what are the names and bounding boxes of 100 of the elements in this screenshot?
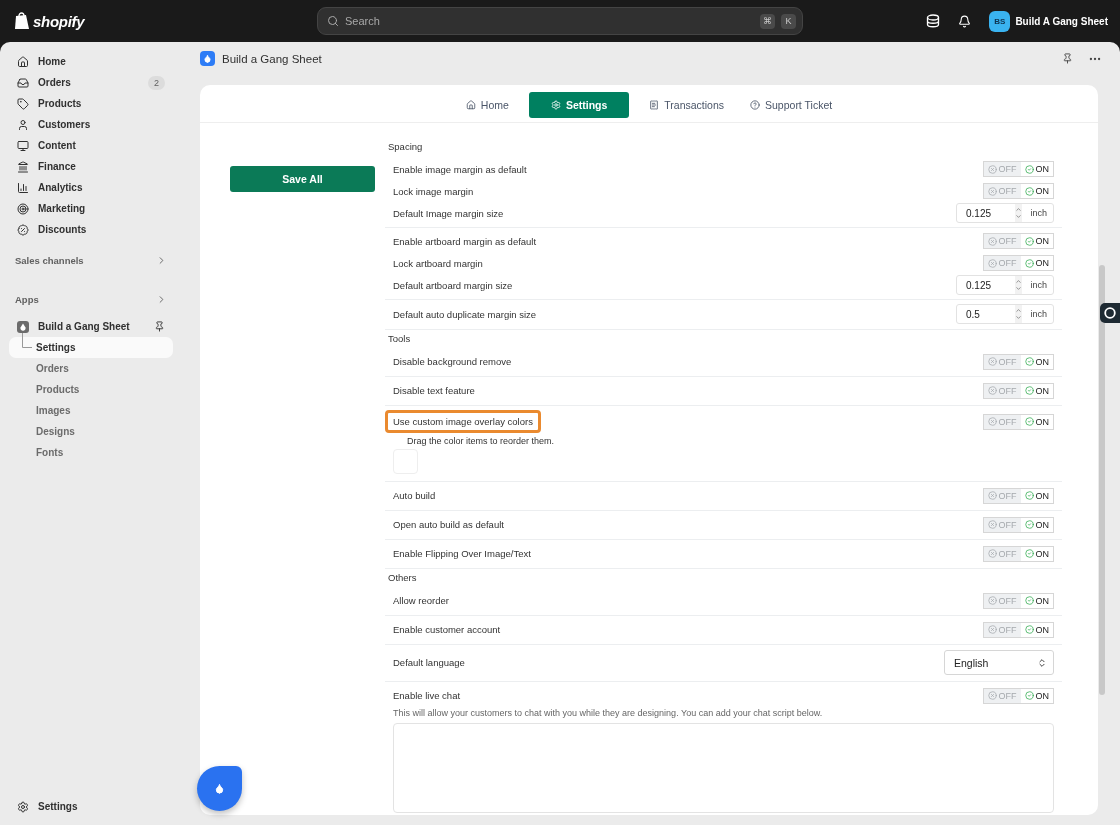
- setting-label: Use custom image overlay colors: [385, 410, 541, 433]
- on-off-toggle[interactable]: OFF ON: [982, 233, 1054, 249]
- receipt-icon: [649, 99, 660, 110]
- settings-icon: [550, 99, 561, 110]
- on-off-toggle[interactable]: OFF ON: [982, 545, 1054, 562]
- nav-subitem[interactable]: Products: [9, 379, 173, 400]
- home-icon: [17, 55, 29, 68]
- apps-heading[interactable]: Apps: [9, 289, 173, 310]
- check-circle-icon: [1024, 691, 1034, 700]
- nav-item[interactable]: Customers: [9, 114, 173, 135]
- on-off-toggle[interactable]: OFF ON: [982, 353, 1054, 370]
- bank-icon: [17, 160, 29, 173]
- nav-tab[interactable]: Home: [459, 91, 515, 118]
- setting-label: Enable image margin as default: [393, 163, 527, 175]
- x-circle-icon: [987, 691, 997, 700]
- check-circle-icon: [1024, 258, 1034, 268]
- tree-connector: [22, 333, 32, 348]
- on-off-toggle[interactable]: OFF ON: [982, 255, 1054, 271]
- check-circle-icon: [1024, 596, 1034, 605]
- check-circle-icon: [1024, 417, 1034, 426]
- setting-label: Default language: [393, 657, 465, 668]
- language-select[interactable]: English: [944, 650, 1054, 675]
- nav-tab[interactable]: Support Ticket: [744, 91, 839, 118]
- pin-icon[interactable]: [154, 321, 165, 332]
- nav-item[interactable]: Analytics: [9, 177, 173, 198]
- stepper-icon[interactable]: [1015, 305, 1023, 323]
- on-off-toggle[interactable]: OFF ON: [982, 183, 1054, 199]
- setting-label: Lock image margin: [393, 185, 474, 197]
- chat-script-field[interactable]: [393, 723, 1054, 813]
- check-circle-icon: [1024, 549, 1034, 558]
- setting-label: Open auto build as default: [393, 519, 504, 530]
- up-down-chevron-icon: [1037, 657, 1047, 668]
- setting-label: Enable artboard margin as default: [393, 235, 537, 247]
- search-field[interactable]: Search ⌘ K: [317, 7, 803, 35]
- pin-icon[interactable]: [1062, 53, 1073, 64]
- setting-label: Enable live chat: [393, 690, 461, 701]
- inbox-icon: [17, 76, 29, 89]
- nav-item[interactable]: Content: [9, 135, 173, 156]
- on-off-toggle[interactable]: OFF ON: [982, 516, 1054, 533]
- stepper-icon[interactable]: [1015, 204, 1023, 222]
- on-off-toggle[interactable]: OFF ON: [982, 592, 1054, 609]
- on-off-toggle[interactable]: OFF ON: [982, 413, 1054, 430]
- app-title: Build a Gang Sheet: [222, 52, 323, 65]
- shopping-bag-icon: [14, 12, 30, 30]
- setting-label: Default artboard margin size: [393, 279, 513, 291]
- count-badge: 2: [148, 75, 165, 90]
- number-field[interactable]: 0.125 inch: [956, 275, 1054, 295]
- help-icon: [750, 99, 760, 110]
- nav-subitem[interactable]: Orders: [9, 358, 173, 379]
- nav-item[interactable]: Marketing: [9, 198, 173, 219]
- nav-subitem[interactable]: Settings: [9, 337, 173, 358]
- sales-channels-heading[interactable]: Sales channels: [9, 250, 173, 271]
- scrollbar-thumb[interactable]: [1099, 265, 1105, 695]
- nav-subitem[interactable]: Images: [9, 400, 173, 421]
- tag-icon: [17, 97, 29, 110]
- bell-icon[interactable]: [958, 14, 972, 28]
- check-circle-icon: [1024, 625, 1034, 634]
- on-off-toggle[interactable]: OFF ON: [982, 161, 1054, 177]
- app-icon: [200, 51, 215, 66]
- x-circle-icon: [987, 164, 997, 174]
- on-off-toggle[interactable]: OFF ON: [982, 382, 1054, 399]
- nav-subitem[interactable]: Designs: [9, 421, 173, 442]
- setting-label: Enable customer account: [393, 624, 501, 635]
- nav-item[interactable]: Home: [9, 51, 173, 72]
- check-circle-icon: [1024, 186, 1034, 196]
- save-all-button[interactable]: Save All: [230, 166, 375, 192]
- nav-tab[interactable]: Settings: [528, 91, 630, 118]
- target-icon: [17, 202, 29, 215]
- check-circle-icon: [1024, 386, 1034, 395]
- on-off-toggle[interactable]: OFF ON: [982, 687, 1054, 704]
- store-avatar[interactable]: BS: [989, 10, 1011, 32]
- nav-item[interactable]: Finance: [9, 156, 173, 177]
- nav-item[interactable]: Settings: [9, 796, 173, 817]
- x-circle-icon: [987, 596, 997, 605]
- x-circle-icon: [987, 520, 997, 529]
- x-circle-icon: [987, 186, 997, 196]
- section-title: Others: [387, 571, 418, 585]
- person-icon: [17, 118, 29, 131]
- on-off-toggle[interactable]: OFF ON: [982, 621, 1054, 638]
- cylinder-icon[interactable]: [926, 14, 941, 28]
- check-circle-icon: [1024, 357, 1034, 366]
- setting-label: Disable background remove: [393, 356, 512, 367]
- x-circle-icon: [987, 491, 997, 500]
- nav-item[interactable]: Orders 2: [9, 72, 173, 93]
- home-icon: [465, 99, 476, 110]
- check-circle-icon: [1024, 491, 1034, 500]
- nav-item[interactable]: Discounts: [9, 219, 173, 240]
- nav-tab[interactable]: Transactions: [643, 91, 730, 118]
- on-off-toggle[interactable]: OFF ON: [982, 487, 1054, 504]
- number-field[interactable]: 0.5 inch: [956, 304, 1054, 324]
- stepper-icon[interactable]: [1015, 276, 1023, 294]
- check-circle-icon: [1024, 520, 1034, 529]
- nav-item[interactable]: Products: [9, 93, 173, 114]
- setting-label: Default Image margin size: [393, 207, 504, 219]
- number-field[interactable]: 0.125 inch: [956, 203, 1054, 223]
- nav-item[interactable]: Build a Gang Sheet: [9, 316, 173, 337]
- shortcut-key: K: [781, 13, 796, 29]
- app-icon: [17, 320, 29, 333]
- store-name[interactable]: Build A Gang Sheet: [1015, 15, 1108, 27]
- nav-subitem[interactable]: Fonts: [9, 442, 173, 463]
